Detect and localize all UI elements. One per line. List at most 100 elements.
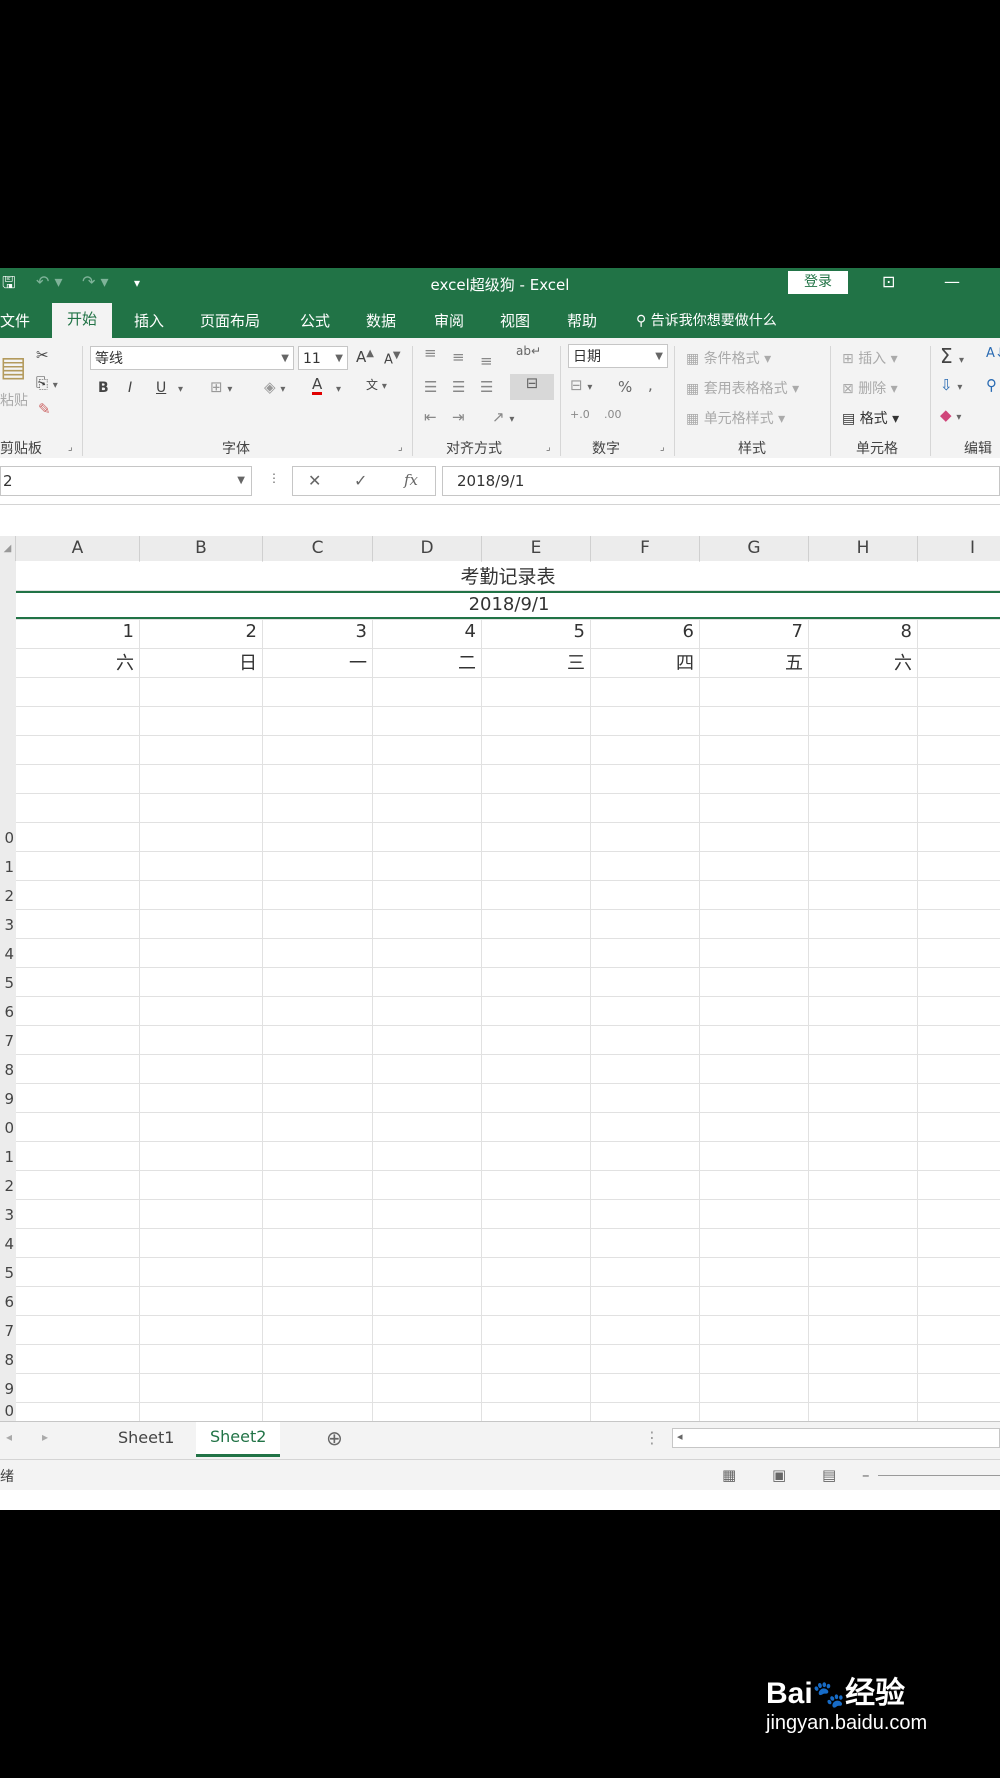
find-icon[interactable]: ⚲ <box>986 376 997 394</box>
weekday-cell[interactable]: 六 <box>16 649 134 675</box>
column-header[interactable]: B <box>140 536 263 561</box>
row-number[interactable]: 3 <box>0 916 14 934</box>
fill-icon[interactable]: ⇩ ▾ <box>940 376 962 394</box>
increase-font-icon[interactable]: A▲ <box>356 348 374 366</box>
tab-page-layout[interactable]: 页面布局 <box>200 310 260 331</box>
clear-icon[interactable]: ◆ ▾ <box>940 406 961 424</box>
align-right-icon[interactable]: ☰ <box>480 378 493 396</box>
scroll-left-icon[interactable]: ◂ <box>677 1430 683 1443</box>
ribbon-display-icon[interactable]: ⊡ <box>882 272 895 291</box>
splitter-icon[interactable]: ⋮ <box>644 1428 660 1447</box>
column-header[interactable]: G <box>700 536 809 561</box>
bold-button[interactable]: B <box>98 380 109 396</box>
column-header[interactable]: D <box>373 536 482 561</box>
name-box[interactable]: 2 ▼ <box>0 466 252 496</box>
orientation-icon[interactable]: ↗ ▾ <box>492 408 514 426</box>
decrease-font-icon[interactable]: A▼ <box>384 350 401 367</box>
tab-home[interactable]: 开始 <box>52 303 113 338</box>
percent-button[interactable]: % <box>618 378 632 396</box>
cut-icon[interactable]: ✂ <box>36 346 49 364</box>
formula-input[interactable]: 2018/9/1 <box>442 466 1000 496</box>
row-number[interactable]: 5 <box>0 974 14 992</box>
sheet-title-cell[interactable]: 考勤记录表 <box>16 562 1000 590</box>
font-family-select[interactable]: 等线 ▼ <box>90 346 294 370</box>
tell-me-search[interactable]: ⚲ 告诉我你想要做什么 <box>636 310 777 330</box>
enter-icon[interactable]: ✓ <box>354 471 367 490</box>
italic-button[interactable]: I <box>128 380 132 396</box>
weekday-cell[interactable]: 四 <box>590 649 694 675</box>
paste-icon[interactable]: ▤ <box>0 350 26 383</box>
cancel-icon[interactable]: ✕ <box>308 471 321 490</box>
phonetic-icon[interactable]: 文 ▾ <box>366 376 387 393</box>
day-number-cell[interactable]: 3 <box>262 621 367 642</box>
column-header[interactable]: C <box>263 536 373 561</box>
column-header[interactable]: F <box>591 536 700 561</box>
worksheet-grid[interactable]: 考勤记录表 2018/9/1 1 2 3 4 5 6 7 8 六 日 一 二 三… <box>16 561 1000 1421</box>
delete-cells-button[interactable]: ⊠ 删除 ▾ <box>842 378 898 398</box>
weekday-cell[interactable]: 六 <box>808 649 912 675</box>
align-middle-icon[interactable]: ≡ <box>452 348 465 366</box>
row-number[interactable]: 1 <box>0 1148 14 1166</box>
number-format-select[interactable]: 日期 ▼ <box>568 344 668 368</box>
row-number[interactable]: 2 <box>0 1177 14 1195</box>
dialog-launcher-icon[interactable]: ⌟ <box>546 442 551 453</box>
row-number[interactable]: 6 <box>0 1003 14 1021</box>
row-number[interactable]: 7 <box>0 1322 14 1340</box>
row-number[interactable]: 1 <box>0 858 14 876</box>
border-icon[interactable]: ⊞ ▾ <box>210 378 232 396</box>
row-number[interactable]: 3 <box>0 1206 14 1224</box>
row-number[interactable]: 4 <box>0 1235 14 1253</box>
copy-icon[interactable]: ⎘ ▾ <box>36 374 58 392</box>
weekday-cell[interactable]: 五 <box>699 649 803 675</box>
weekday-cell[interactable]: 一 <box>262 649 367 675</box>
sheet-tab-sheet2[interactable]: Sheet2 <box>196 1422 281 1457</box>
increase-decimal-icon[interactable]: +.0 <box>570 408 590 421</box>
chevron-down-icon[interactable]: ▼ <box>237 467 245 495</box>
weekday-cell[interactable]: 日 <box>139 649 257 675</box>
row-number[interactable]: 6 <box>0 1293 14 1311</box>
wrap-text-icon[interactable]: ab↵ <box>516 344 541 358</box>
column-header[interactable]: H <box>809 536 918 561</box>
scroll-left-icon[interactable]: ◂ <box>6 1430 12 1444</box>
tab-help[interactable]: 帮助 <box>567 310 597 331</box>
dialog-launcher-icon[interactable]: ⌟ <box>68 442 73 453</box>
cell-styles-button[interactable]: ▦ 单元格样式 ▾ <box>686 408 785 428</box>
fill-color-icon[interactable]: ◈ ▾ <box>264 378 285 396</box>
tab-review[interactable]: 审阅 <box>434 310 464 331</box>
format-cells-button[interactable]: ▤ 格式 ▾ <box>842 408 899 428</box>
day-number-cell[interactable]: 8 <box>808 621 912 642</box>
scroll-right-icon[interactable]: ▸ <box>42 1430 48 1444</box>
day-number-cell[interactable]: 7 <box>699 621 803 642</box>
tab-insert[interactable]: 插入 <box>134 310 164 331</box>
font-color-dropdown-icon[interactable]: ▾ <box>336 384 341 395</box>
row-number[interactable]: 5 <box>0 1264 14 1282</box>
row-number[interactable]: 7 <box>0 1032 14 1050</box>
add-sheet-icon[interactable]: ⊕ <box>326 1426 343 1450</box>
column-header[interactable]: A <box>16 536 140 561</box>
select-all-icon[interactable]: ◢ <box>0 536 16 561</box>
font-color-icon[interactable]: A <box>312 376 323 395</box>
underline-button[interactable]: U <box>156 380 166 396</box>
row-number[interactable]: 0 <box>0 829 14 847</box>
format-as-table-button[interactable]: ▦ 套用表格格式 ▾ <box>686 378 799 398</box>
decrease-decimal-icon[interactable]: .00 <box>604 408 622 421</box>
dialog-launcher-icon[interactable]: ⌟ <box>398 442 403 453</box>
dialog-launcher-icon[interactable]: ⌟ <box>660 442 665 453</box>
column-header[interactable]: E <box>482 536 591 561</box>
tab-view[interactable]: 视图 <box>500 310 530 331</box>
row-number[interactable]: 4 <box>0 945 14 963</box>
day-number-cell[interactable]: 5 <box>481 621 585 642</box>
tab-formulas[interactable]: 公式 <box>300 310 330 331</box>
row-number[interactable]: 2 <box>0 887 14 905</box>
align-left-icon[interactable]: ☰ <box>424 378 437 396</box>
row-number[interactable]: 8 <box>0 1061 14 1079</box>
minimize-icon[interactable]: — <box>944 272 960 291</box>
align-bottom-icon[interactable]: ≡ <box>480 352 493 370</box>
increase-indent-icon[interactable]: ⇥ <box>452 408 465 426</box>
horizontal-scrollbar[interactable]: ◂ <box>672 1428 1000 1448</box>
merge-center-icon[interactable]: ⊟ <box>510 374 554 400</box>
day-number-cell[interactable]: 1 <box>16 621 134 642</box>
autosum-icon[interactable]: Σ ▾ <box>940 344 964 368</box>
day-number-cell[interactable]: 4 <box>372 621 476 642</box>
weekday-cell[interactable]: 三 <box>481 649 585 675</box>
